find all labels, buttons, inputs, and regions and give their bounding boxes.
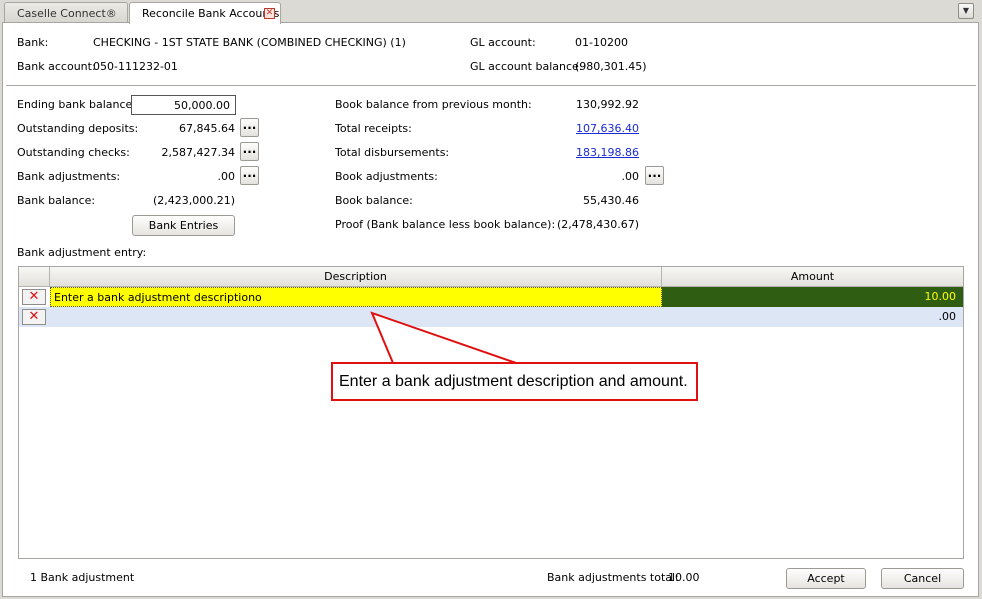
- adjustment-count: 1 Bank adjustment: [30, 571, 135, 584]
- cancel-button[interactable]: Cancel: [881, 568, 964, 589]
- adjustments-total-label: Bank adjustments total:: [547, 571, 679, 584]
- close-tab-icon[interactable]: ✕: [264, 8, 275, 19]
- instruction-callout: Enter a bank adjustment description and …: [331, 362, 698, 401]
- accept-button[interactable]: Accept: [786, 568, 866, 589]
- adjustments-total-value: 10.00: [668, 571, 700, 584]
- callout-pointer: [370, 311, 517, 364]
- tab-reconcile-bank-accounts[interactable]: Reconcile Bank Accounts ✕: [129, 2, 281, 24]
- tab-label: Reconcile Bank Accounts: [142, 7, 280, 20]
